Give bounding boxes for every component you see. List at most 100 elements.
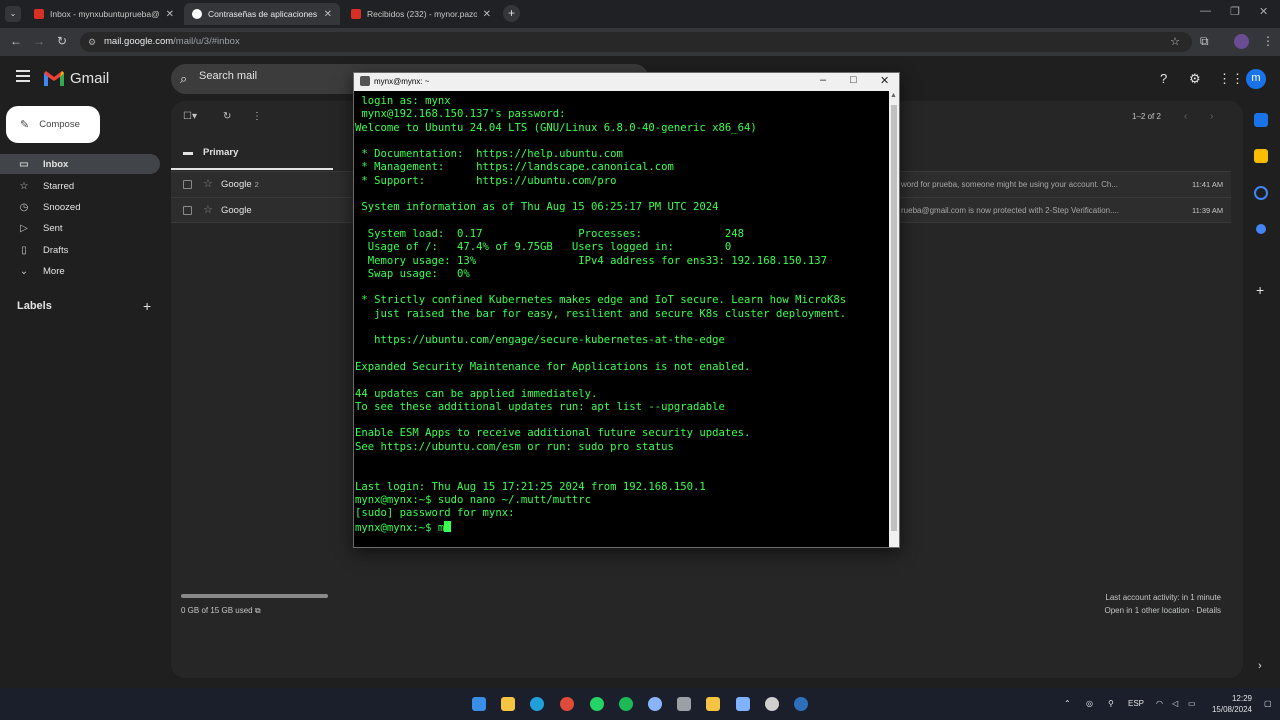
terminal-line: Welcome to Ubuntu 24.04 LTS (GNU/Linux 6… [355,121,757,134]
next-page-icon[interactable]: › [1210,111,1213,122]
side-panel-toggle-icon[interactable]: › [1258,660,1262,672]
tray-app-icon[interactable]: ⚲ [1108,699,1114,708]
tab-primary[interactable]: ▬ Primary [171,137,333,170]
gmail-icon [351,9,361,19]
file-explorer-icon[interactable] [501,697,515,711]
restore-icon[interactable]: ❐ [1230,5,1240,18]
calendar-icon[interactable] [1254,113,1268,127]
volume-icon[interactable]: ◁ [1172,699,1178,708]
address-bar[interactable]: ⚙ mail.google.com/mail/u/3/#inbox ☆ [80,32,1192,52]
refresh-icon[interactable]: ↻ [223,111,231,122]
scroll-up-icon[interactable]: ▲ [890,92,897,99]
maximize-icon[interactable]: □ [850,74,857,86]
gmail-title: Gmail [70,70,110,87]
close-icon[interactable]: ✕ [324,9,332,20]
apps-grid-icon[interactable]: ⋮⋮ [1218,71,1244,87]
minimize-icon[interactable]: — [1200,5,1211,17]
sidebar-item-snoozed[interactable]: ◷ Snoozed [0,197,160,217]
terminal-window[interactable]: mynx@mynx: ~ – □ ✕ login as: mynx mynx@1… [353,72,900,548]
notifications-icon[interactable]: ▢ [1264,699,1272,708]
search-icon[interactable]: ⌕ [180,71,187,87]
forward-icon[interactable]: → [33,34,45,48]
sidebar-item-drafts[interactable]: ▯ Drafts [0,240,160,260]
language-indicator[interactable]: ESP [1128,699,1144,708]
sidebar-item-starred[interactable]: ☆ Starred [0,176,160,196]
back-icon[interactable]: ← [10,34,22,48]
terminal-prompt[interactable]: mynx@mynx:~$ m [355,520,888,534]
close-icon[interactable]: ✕ [166,9,174,20]
system-clock[interactable]: 12:29 15/08/2024 [1206,693,1252,715]
star-icon[interactable]: ☆ [203,177,213,190]
terminal-line: mynx@mynx:~$ sudo nano ~/.mutt/muttrc [355,493,591,506]
close-icon[interactable]: ✕ [880,74,889,87]
prev-page-icon[interactable]: ‹ [1184,111,1187,122]
email-sender: Google 2 [221,179,259,190]
minimize-icon[interactable]: – [820,74,826,86]
app-icon[interactable] [706,697,720,711]
main-menu-icon[interactable] [16,70,30,82]
terminal-line: mynx@192.168.150.137's password: [355,108,566,121]
sidebar-item-inbox[interactable]: ▭ Inbox [0,154,160,174]
windows-start-icon[interactable] [472,697,486,711]
reload-icon[interactable]: ↻ [57,34,67,48]
settings-gear-icon[interactable]: ⚙ [1189,71,1201,87]
putty-icon[interactable] [794,697,808,711]
star-icon[interactable]: ☆ [203,203,213,216]
row-checkbox[interactable] [183,180,192,189]
tray-app-icon[interactable]: ◎ [1086,699,1093,708]
terminal-title-bar[interactable]: mynx@mynx: ~ – □ ✕ [354,73,899,91]
app-icon[interactable] [648,697,662,711]
extensions-icon[interactable]: ⧉ [1200,34,1209,49]
contacts-icon[interactable] [1256,224,1266,234]
app-icon[interactable] [677,697,691,711]
edge-icon[interactable] [530,697,544,711]
search-input[interactable] [199,70,349,82]
terminal-scrollbar[interactable]: ▲ [889,91,899,547]
select-all-checkbox[interactable]: ☐▾ [183,111,197,122]
url-host: mail.google.com [104,36,174,47]
close-icon[interactable]: ✕ [483,9,491,20]
sidebar-item-more[interactable]: ⌄ More [0,261,160,281]
gmail-logo-icon [44,71,64,86]
wifi-icon[interactable]: ◠ [1156,699,1163,708]
site-info-icon[interactable]: ⚙ [88,32,96,52]
new-tab-button[interactable]: + [503,5,520,22]
compose-button[interactable]: ✎ Compose [6,106,100,143]
terminal-line: To see these additional updates run: apt… [355,400,725,413]
terminal-line: 44 updates can be applied immediately. [355,387,598,400]
tab-inbox[interactable]: Inbox - mynxubuntuprueba@g ✕ [26,3,182,25]
notepad-icon[interactable] [736,697,750,711]
whatsapp-icon[interactable] [590,697,604,711]
tab-search-button[interactable]: ⌄ [5,6,21,22]
tab-recibidos[interactable]: Recibidos (232) - mynor.pazos ✕ [343,3,499,25]
tray-chevron-icon[interactable]: ⌃ [1064,699,1071,708]
bookmark-star-icon[interactable]: ☆ [1170,32,1180,52]
browser-menu-icon[interactable]: ⋮ [1262,34,1274,48]
keep-icon[interactable] [1254,149,1268,163]
close-window-icon[interactable]: ✕ [1259,5,1268,18]
sidebar-item-label: Sent [43,222,63,234]
profile-avatar[interactable] [1234,34,1249,49]
add-app-icon[interactable]: + [1256,282,1264,298]
sidebar-item-sent[interactable]: ▷ Sent [0,218,160,238]
chrome-icon[interactable] [560,697,574,711]
add-label-icon[interactable]: + [143,298,151,314]
terminal-output[interactable]: login as: mynx mynx@192.168.150.137's pa… [354,91,888,547]
row-checkbox[interactable] [183,206,192,215]
gmail-icon [34,9,44,19]
account-avatar[interactable]: m [1246,69,1266,89]
terminal-line: just raised the bar for easy, resilient … [355,307,847,320]
external-link-icon[interactable]: ⧉ [255,606,261,615]
tasks-icon[interactable] [1254,186,1268,200]
scrollbar-thumb[interactable] [891,105,897,531]
more-actions-icon[interactable]: ⋮ [252,111,262,122]
spotify-icon[interactable] [619,697,633,711]
activity-details-link[interactable]: Open in 1 other location · Details [1104,604,1221,617]
app-icon[interactable] [765,697,779,711]
email-time: 11:41 AM [1192,180,1224,189]
battery-icon[interactable]: ▭ [1188,699,1196,708]
help-icon[interactable]: ? [1160,71,1167,86]
google-icon [192,9,202,19]
chevron-down-icon: ⌄ [19,265,29,277]
tab-app-passwords[interactable]: Contraseñas de aplicaciones ✕ [184,3,340,25]
